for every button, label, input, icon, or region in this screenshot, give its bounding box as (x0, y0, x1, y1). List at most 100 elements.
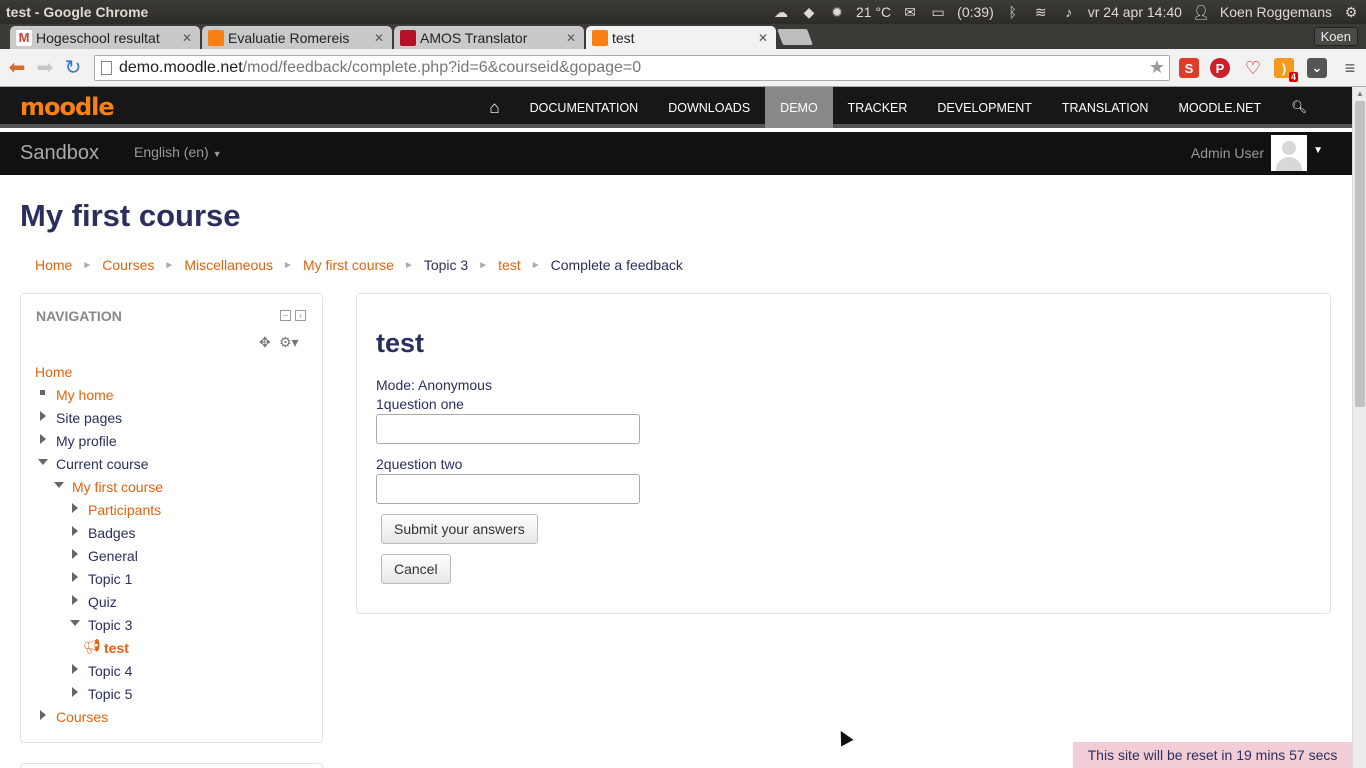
submit-answers-button[interactable]: Submit your answers (381, 514, 538, 544)
settings-gear-icon[interactable]: ⚙ (1342, 4, 1360, 21)
user-icon: 👤︎ (1192, 3, 1210, 20)
nav-item-participants[interactable]: Participants (88, 502, 161, 518)
back-arrow-icon[interactable]: ⬅ (3, 54, 31, 82)
nav-search[interactable]: 🔍︎ (1276, 87, 1322, 128)
avatar[interactable] (1271, 135, 1307, 171)
site-name[interactable]: Sandbox (20, 142, 99, 165)
breadcrumb-miscellaneous[interactable]: Miscellaneous (184, 257, 273, 273)
cancel-button[interactable]: Cancel (381, 554, 451, 584)
nav-documentation[interactable]: DOCUMENTATION (515, 87, 654, 128)
breadcrumb-courses[interactable]: Courses (102, 257, 154, 273)
user-name[interactable]: Admin User (1191, 145, 1264, 161)
mail-icon[interactable]: ✉ (901, 4, 919, 21)
browser-tab-3[interactable]: AMOS Translator ✕ (394, 26, 584, 49)
cloud-sync-icon[interactable]: ☁ (772, 4, 790, 21)
nav-item-home[interactable]: Home (35, 364, 72, 380)
nav-tracker[interactable]: TRACKER (833, 87, 923, 128)
nav-item-test[interactable]: test (104, 640, 129, 656)
battery-icon[interactable]: ▭ (929, 4, 947, 21)
profile-button[interactable]: Koen (1313, 27, 1358, 46)
s-extension-icon[interactable]: S (1179, 58, 1199, 78)
nav-item-topic5[interactable]: Topic 5 (88, 686, 132, 702)
bookmark-star-icon[interactable]: ★ (1149, 57, 1165, 78)
forward-arrow-icon[interactable]: ➡ (31, 54, 59, 82)
nav-item-badges[interactable]: Badges (88, 525, 135, 541)
expand-arrow-icon[interactable] (72, 526, 78, 536)
url-host: demo.moodle.net (119, 59, 243, 76)
dock-block-icon[interactable]: ‹ (295, 310, 306, 321)
block-settings-gear-icon[interactable]: ⚙▾ (279, 334, 299, 351)
expand-arrow-icon[interactable] (72, 664, 78, 674)
expand-arrow-icon[interactable] (72, 503, 78, 513)
nav-item-topic1[interactable]: Topic 1 (88, 571, 132, 587)
browser-tab-1[interactable]: M Hogeschool resultat ✕ (10, 26, 200, 49)
expand-arrow-icon[interactable] (72, 595, 78, 605)
expand-arrow-icon[interactable] (40, 434, 46, 444)
reload-icon[interactable]: ↻ (59, 54, 87, 82)
nav-item-topic3[interactable]: Topic 3 (88, 617, 132, 633)
breadcrumb-course[interactable]: My first course (303, 257, 394, 273)
tab-close-icon[interactable]: ✕ (758, 31, 770, 45)
address-bar[interactable]: demo.moodle.net/mod/feedback/complete.ph… (94, 55, 1170, 81)
tab-close-icon[interactable]: ✕ (566, 31, 578, 45)
breadcrumb-test[interactable]: test (498, 257, 521, 273)
heart-extension-icon[interactable]: ♡ (1243, 58, 1263, 78)
nav-item-my-profile[interactable]: My profile (56, 433, 117, 449)
browser-tab-4-active[interactable]: test ✕ (586, 26, 776, 49)
nav-demo[interactable]: DEMO (765, 87, 833, 128)
nav-item-site-pages[interactable]: Site pages (56, 410, 122, 426)
question2-input[interactable] (376, 474, 640, 504)
volume-icon[interactable]: ♪ (1060, 4, 1078, 20)
collapse-arrow-icon[interactable] (70, 620, 80, 626)
session-user[interactable]: Koen Roggemans (1220, 4, 1332, 20)
browser-tab-2[interactable]: Evaluatie Romereis ✕ (202, 26, 392, 49)
expand-arrow-icon[interactable] (72, 549, 78, 559)
moodle-logo[interactable]: moodle (20, 93, 115, 121)
wifi-icon[interactable]: ≋ (1032, 4, 1050, 21)
scrollbar-thumb[interactable] (1355, 101, 1365, 407)
dropbox-icon[interactable]: ◆ (800, 4, 818, 21)
nav-item-quiz[interactable]: Quiz (88, 594, 117, 610)
nav-translation[interactable]: TRANSLATION (1047, 87, 1164, 128)
question1-input[interactable] (376, 414, 640, 444)
site-navbar: Sandbox English (en) ▼ Admin User ▼ (0, 132, 1352, 175)
feedback-title: test (376, 328, 425, 358)
battery-time[interactable]: (0:39) (957, 4, 994, 20)
chrome-menu-icon[interactable]: ≡ (1340, 58, 1360, 78)
weather-temp[interactable]: 21 °C (856, 4, 891, 20)
move-icon[interactable]: ✥ (259, 334, 271, 351)
expand-arrow-icon[interactable] (40, 411, 46, 421)
expand-arrow-icon[interactable] (40, 710, 46, 720)
scroll-up-arrow-icon[interactable]: ▲ (1356, 89, 1364, 98)
weather-icon[interactable]: ✹ (828, 4, 846, 21)
new-tab-button[interactable] (777, 29, 813, 45)
collapse-arrow-icon[interactable] (54, 482, 64, 488)
feedback-megaphone-icon: 📢︎ (83, 638, 101, 654)
home-icon: ⌂ (489, 97, 500, 117)
nav-moodle-net[interactable]: MOODLE.NET (1163, 87, 1276, 128)
tab-close-icon[interactable]: ✕ (182, 31, 194, 45)
pocket-icon[interactable]: ⌄ (1307, 58, 1327, 78)
nav-item-courses[interactable]: Courses (56, 709, 108, 725)
language-menu[interactable]: English (en) ▼ (134, 144, 222, 160)
expand-arrow-icon[interactable] (72, 687, 78, 697)
nav-item-current-course[interactable]: Current course (56, 456, 149, 472)
clock[interactable]: vr 24 apr 14:40 (1088, 4, 1182, 20)
nav-downloads[interactable]: DOWNLOADS (653, 87, 765, 128)
tab-close-icon[interactable]: ✕ (374, 31, 386, 45)
expand-arrow-icon[interactable] (72, 572, 78, 582)
nav-item-my-first-course[interactable]: My first course (72, 479, 163, 495)
user-menu-caret-icon[interactable]: ▼ (1313, 145, 1323, 156)
page-scrollbar[interactable]: ▲ (1352, 87, 1366, 768)
nav-item-topic4[interactable]: Topic 4 (88, 663, 132, 679)
collapse-block-icon[interactable]: – (280, 310, 291, 321)
nav-item-my-home[interactable]: My home (56, 387, 114, 403)
collapse-arrow-icon[interactable] (38, 459, 48, 465)
pinterest-icon[interactable]: P (1210, 58, 1230, 78)
nav-home[interactable]: ⌂ (474, 87, 514, 128)
breadcrumb-home[interactable]: Home (35, 257, 72, 273)
rss-icon[interactable]: ) 4 (1274, 58, 1298, 82)
nav-development[interactable]: DEVELOPMENT (922, 87, 1046, 128)
nav-item-general[interactable]: General (88, 548, 138, 564)
bluetooth-icon[interactable]: ᛒ (1004, 4, 1022, 20)
